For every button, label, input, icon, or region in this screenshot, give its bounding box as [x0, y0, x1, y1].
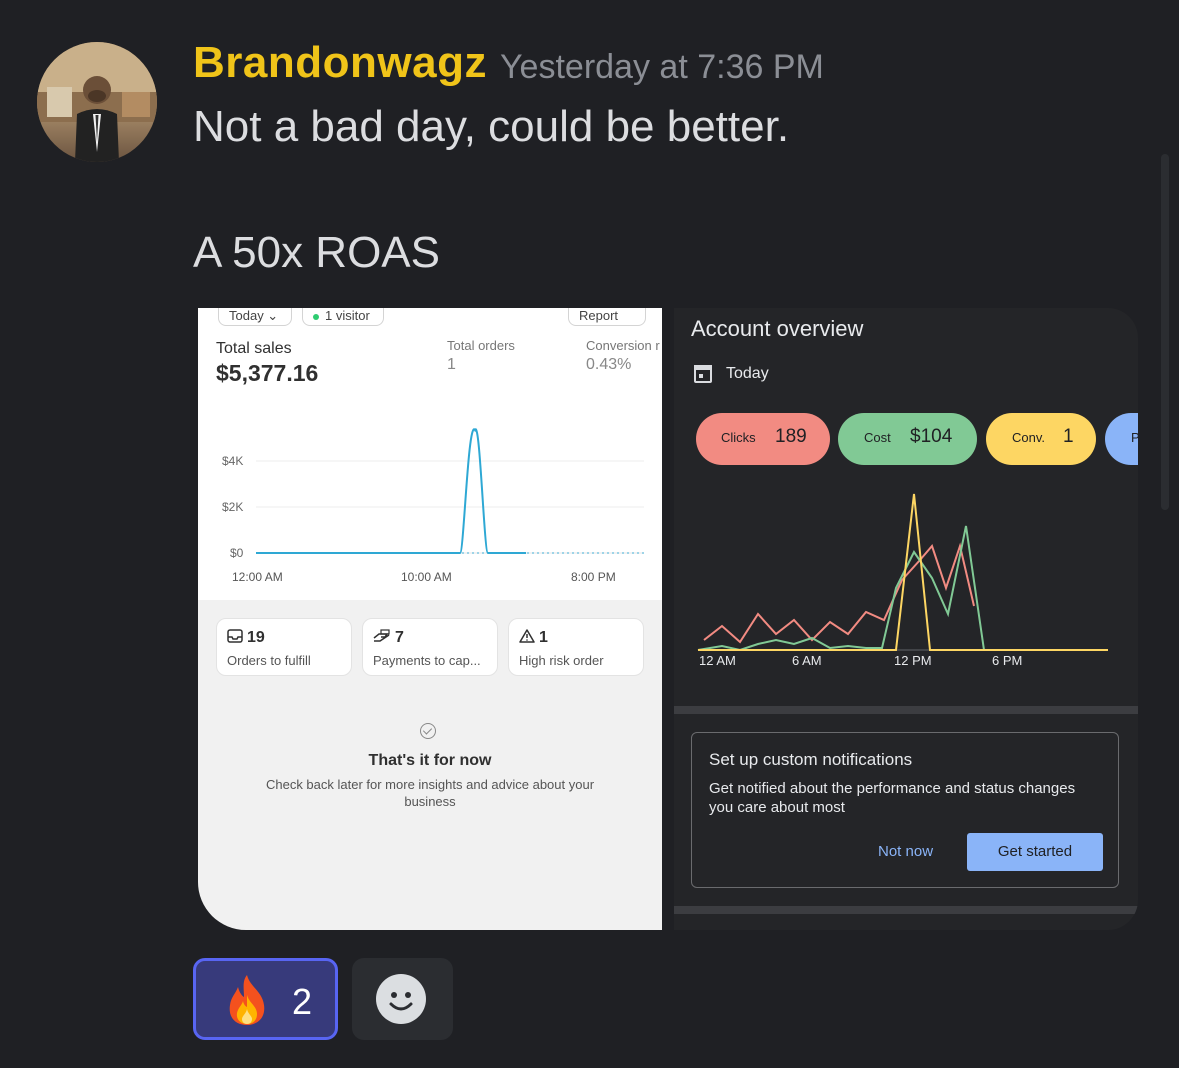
smile-icon — [376, 974, 426, 1024]
fire-reaction-button[interactable]: 2 — [193, 958, 338, 1040]
chip-label: Conv. — [1012, 430, 1045, 445]
calendar-icon — [694, 365, 712, 383]
clicks-metric-chip: Clicks 189 — [696, 413, 830, 465]
conversions-metric-chip: Conv. 1 — [986, 413, 1096, 465]
message-line-1: Not a bad day, could be better. — [193, 102, 790, 151]
high-risk-order-tile: 1 High risk order — [508, 618, 644, 676]
x-tick-label: 12:00 AM — [232, 570, 283, 584]
tile-count: 1 — [519, 629, 548, 647]
add-reaction-button[interactable] — [352, 958, 453, 1040]
google-ads-screenshot[interactable]: Account overview Today Clicks 189 Cost $… — [674, 308, 1138, 930]
x-tick-label: 8:00 PM — [571, 570, 616, 584]
empty-state-title: That's it for now — [368, 752, 492, 769]
x-tick-label: 6 AM — [792, 653, 822, 668]
inbox-icon — [227, 629, 243, 643]
avatar-image — [37, 42, 157, 162]
not-now-button[interactable]: Not now — [878, 843, 933, 860]
x-tick-label: 6 PM — [992, 653, 1023, 668]
reaction-count: 2 — [292, 981, 313, 1022]
ads-line-chart — [697, 493, 1108, 652]
avatar[interactable] — [37, 42, 157, 162]
username[interactable]: Brandonwagz — [193, 38, 487, 88]
chip-value: 1 — [1063, 426, 1074, 447]
empty-state-subtitle: Check back later for more insights and a… — [265, 777, 595, 809]
message-line-2: A 50x ROAS — [193, 228, 441, 277]
payments-to-capture-tile: 7 Payments to cap... — [362, 618, 498, 676]
smile-face — [389, 992, 413, 1011]
notification-title: Set up custom notifications — [709, 750, 913, 769]
shopify-screenshot[interactable]: Today ⌄ 1 visitor Report Total sales $5,… — [198, 308, 662, 930]
notification-body: Get notified about the performance and s… — [709, 780, 1076, 816]
chip-label: Cost — [864, 430, 891, 445]
sales-series-line — [256, 428, 526, 554]
section-divider — [674, 706, 1138, 714]
sales-panel: Today ⌄ 1 visitor Report Total sales $5,… — [198, 308, 662, 600]
chip-label: Clicks — [721, 430, 756, 445]
tile-label: Orders to fulfill — [227, 653, 311, 668]
section-divider — [674, 906, 1138, 914]
tile-label: Payments to cap... — [373, 653, 481, 668]
check-circle-icon — [420, 723, 436, 739]
tile-count-value: 7 — [395, 629, 404, 646]
get-started-button[interactable]: Get started — [967, 833, 1103, 871]
tile-count-value: 19 — [247, 629, 265, 646]
fire-icon — [229, 975, 265, 1025]
scrollbar[interactable] — [1161, 154, 1169, 510]
tile-count: 7 — [373, 629, 404, 647]
orders-to-fulfill-tile: 19 Orders to fulfill — [216, 618, 352, 676]
date-range-label: Today — [726, 365, 769, 382]
cost-metric-chip: Cost $104 — [838, 413, 977, 465]
tile-count: 19 — [227, 629, 265, 647]
hand-payment-icon — [373, 629, 390, 642]
tile-label: High risk order — [519, 653, 604, 668]
clicks-series-line — [703, 542, 975, 644]
x-tick-label: 12 AM — [699, 653, 736, 668]
partial-metric-chip: P — [1105, 413, 1138, 465]
tile-count-value: 1 — [539, 629, 548, 646]
account-overview-title: Account overview — [691, 316, 864, 341]
message-timestamp: Yesterday at 7:36 PM — [500, 48, 824, 86]
x-tick-label: 12 PM — [894, 653, 932, 668]
chip-value: 189 — [775, 426, 807, 447]
chip-label: P — [1131, 430, 1138, 445]
warning-icon — [519, 629, 535, 643]
x-tick-label: 10:00 AM — [401, 570, 452, 584]
sales-line-chart — [256, 428, 644, 554]
notification-setup-card: Set up custom notifications Get notified… — [691, 732, 1119, 888]
chip-value: $104 — [910, 426, 953, 447]
